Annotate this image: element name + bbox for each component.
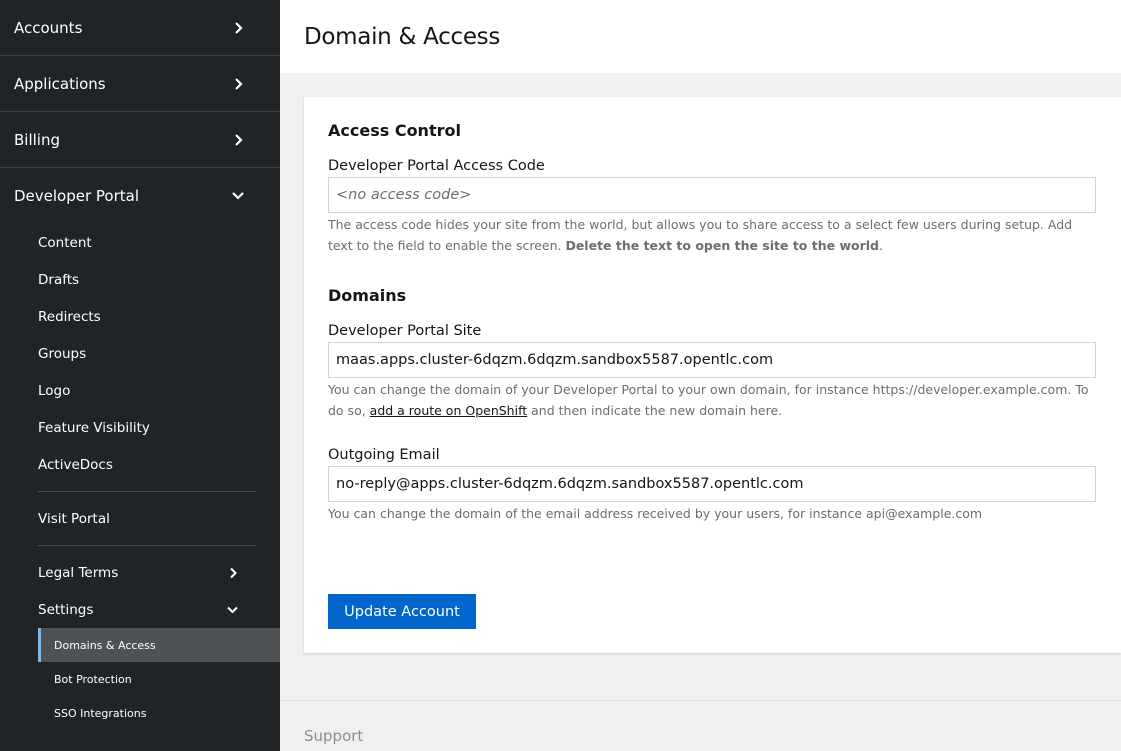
sidebar-item-sso-integrations[interactable]: SSO Integrations xyxy=(38,696,280,730)
page-title: Domain & Access xyxy=(304,23,501,50)
help-text-end: . xyxy=(879,238,883,253)
sidebar-item-redirects[interactable]: Redirects xyxy=(0,298,280,335)
sidebar-item-label: Feature Visibility xyxy=(38,419,150,436)
sidebar: Accounts Applications Billing Developer … xyxy=(0,0,280,751)
sidebar-item-label: Settings xyxy=(38,601,94,618)
sidebar-item-accounts[interactable]: Accounts xyxy=(0,0,280,56)
help-text: and then indicate the new domain here. xyxy=(527,403,783,418)
portal-site-help: You can change the domain of your Develo… xyxy=(328,379,1096,421)
sidebar-divider xyxy=(38,545,256,546)
sidebar-item-applications[interactable]: Applications xyxy=(0,56,280,112)
sidebar-item-label: Accounts xyxy=(14,18,83,37)
sidebar-item-domains-access[interactable]: Domains & Access xyxy=(38,628,280,662)
sidebar-item-visit-portal[interactable]: Visit Portal xyxy=(0,500,280,537)
footer-divider xyxy=(280,700,1121,701)
sidebar-item-label: Domains & Access xyxy=(54,638,156,652)
help-bold-text: Delete the text to open the site to the … xyxy=(565,238,879,253)
settings-card: Access Control Developer Portal Access C… xyxy=(304,97,1121,653)
sidebar-item-label: Legal Terms xyxy=(38,564,119,581)
sidebar-item-label: Developer Portal xyxy=(14,187,140,205)
sidebar-item-label: Applications xyxy=(14,74,106,93)
page-header: Domain & Access xyxy=(280,0,1121,73)
access-code-input[interactable] xyxy=(328,177,1096,213)
portal-site-label: Developer Portal Site xyxy=(328,323,482,339)
sidebar-item-label: Logo xyxy=(38,382,71,399)
developer-portal-submenu: Content Drafts Redirects Groups Logo Fea… xyxy=(0,224,280,730)
sidebar-divider xyxy=(38,491,256,492)
outgoing-email-label: Outgoing Email xyxy=(328,447,440,463)
sidebar-item-feature-visibility[interactable]: Feature Visibility xyxy=(0,409,280,446)
sidebar-item-label: Redirects xyxy=(38,308,101,325)
access-code-help: The access code hides your site from the… xyxy=(328,214,1096,256)
access-code-label: Developer Portal Access Code xyxy=(328,158,545,174)
openshift-route-link[interactable]: add a route on OpenShift xyxy=(370,403,527,418)
chevron-down-icon xyxy=(232,191,244,201)
sidebar-item-logo[interactable]: Logo xyxy=(0,372,280,409)
sidebar-item-label: Content xyxy=(38,234,92,251)
sidebar-item-label: Drafts xyxy=(38,271,80,288)
outgoing-email-input[interactable] xyxy=(328,466,1096,502)
sidebar-item-legal-terms[interactable]: Legal Terms xyxy=(0,554,280,591)
chevron-right-icon xyxy=(234,77,244,90)
chevron-right-icon xyxy=(234,21,244,34)
access-control-heading: Access Control xyxy=(328,121,461,140)
sidebar-item-drafts[interactable]: Drafts xyxy=(0,261,280,298)
support-link[interactable]: Support xyxy=(304,727,363,745)
sidebar-item-label: Groups xyxy=(38,345,87,362)
chevron-right-icon xyxy=(229,567,238,578)
outgoing-email-help: You can change the domain of the email a… xyxy=(328,506,983,521)
portal-site-input[interactable] xyxy=(328,342,1096,378)
sidebar-item-developer-portal[interactable]: Developer Portal xyxy=(0,168,280,224)
sidebar-item-label: Visit Portal xyxy=(38,510,110,527)
sidebar-item-label: ActiveDocs xyxy=(38,456,113,473)
sidebar-item-billing[interactable]: Billing xyxy=(0,112,280,168)
domains-heading: Domains xyxy=(328,286,407,305)
sidebar-item-bot-protection[interactable]: Bot Protection xyxy=(38,662,280,696)
chevron-right-icon xyxy=(234,133,244,146)
sidebar-item-groups[interactable]: Groups xyxy=(0,335,280,372)
main-content: Domain & Access Access Control Developer… xyxy=(280,0,1121,751)
sidebar-item-label: Bot Protection xyxy=(54,672,132,686)
sidebar-item-label: Billing xyxy=(14,130,60,149)
chevron-down-icon xyxy=(227,605,238,614)
settings-submenu: Domains & Access Bot Protection SSO Inte… xyxy=(38,628,280,730)
sidebar-item-content[interactable]: Content xyxy=(0,224,280,261)
sidebar-item-settings[interactable]: Settings xyxy=(0,591,280,628)
sidebar-item-label: SSO Integrations xyxy=(54,706,147,720)
update-account-button[interactable]: Update Account xyxy=(328,594,476,629)
sidebar-item-activedocs[interactable]: ActiveDocs xyxy=(0,446,280,483)
